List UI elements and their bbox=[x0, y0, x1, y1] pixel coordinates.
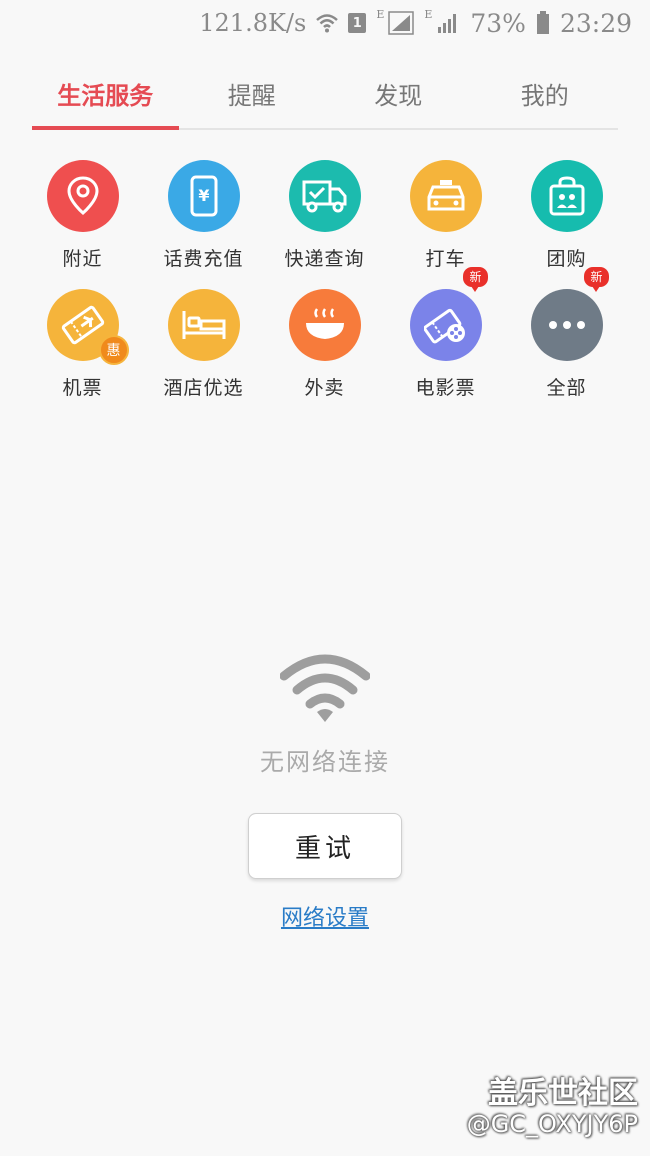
tab-bar: 生活服务 提醒 发现 我的 bbox=[32, 58, 618, 130]
service-phone-recharge[interactable]: ¥ 话费充值 bbox=[143, 160, 264, 271]
taxi-icon bbox=[409, 160, 482, 232]
service-takeout[interactable]: 外卖 bbox=[264, 289, 385, 400]
discount-badge: 惠 bbox=[98, 335, 129, 365]
service-hotel[interactable]: 酒店优选 bbox=[143, 289, 264, 400]
new-badge: 新 bbox=[463, 267, 488, 292]
new-badge: 新 bbox=[584, 267, 609, 292]
no-network-message: 无网络连接 bbox=[260, 748, 390, 776]
plane-ticket-icon: 惠 bbox=[46, 289, 129, 365]
phone-yuan-icon: ¥ bbox=[167, 160, 240, 232]
service-flight-ticket[interactable]: 惠 机票 bbox=[22, 289, 143, 400]
tab-mine[interactable]: 我的 bbox=[472, 58, 619, 128]
group-bag-icon bbox=[530, 160, 603, 232]
service-label: 酒店优选 bbox=[163, 377, 244, 399]
service-label: 外卖 bbox=[304, 377, 345, 399]
watermark-title: 盖乐世社区 bbox=[488, 1076, 638, 1111]
network-type-label: E bbox=[424, 8, 433, 21]
food-bowl-icon bbox=[288, 289, 361, 361]
service-label: 附近 bbox=[62, 248, 103, 270]
more-dots-icon: 新 bbox=[530, 267, 609, 361]
service-taxi[interactable]: 打车 bbox=[385, 160, 506, 271]
service-movie-ticket[interactable]: 新 电影票 bbox=[385, 267, 506, 400]
network-settings-link[interactable]: 网络设置 bbox=[0, 900, 650, 932]
network-type-label: E bbox=[376, 8, 385, 21]
wifi-status-icon bbox=[316, 13, 339, 33]
battery-percent: 73% bbox=[470, 8, 526, 38]
service-label: 快递查询 bbox=[284, 248, 365, 270]
clock: 23:29 bbox=[559, 8, 632, 38]
service-all[interactable]: 新 全部 bbox=[506, 267, 627, 400]
watermark-user: @GC_OXYJY6P bbox=[466, 1110, 638, 1138]
location-pin-icon bbox=[46, 160, 119, 232]
service-grid: 附近 ¥ 话费充值 快递查询 打车 团购 惠 机票 酒店优选 外卖 新 电影票 … bbox=[22, 160, 628, 400]
signal-icon bbox=[388, 11, 415, 35]
network-speed: 121.8K/s bbox=[199, 9, 307, 37]
battery-icon bbox=[536, 11, 550, 35]
tab-reminders[interactable]: 提醒 bbox=[179, 58, 326, 128]
signal-icon bbox=[436, 12, 460, 34]
service-label: 全部 bbox=[546, 377, 587, 399]
status-bar: 121.8K/s 1 E E 73% 23:29 bbox=[0, 0, 650, 46]
service-label: 机票 bbox=[62, 377, 103, 399]
service-nearby[interactable]: 附近 bbox=[22, 160, 143, 271]
tab-life-services[interactable]: 生活服务 bbox=[32, 58, 179, 130]
tab-discover[interactable]: 发现 bbox=[325, 58, 472, 128]
svg-text:¥: ¥ bbox=[198, 186, 209, 205]
service-label: 电影票 bbox=[415, 377, 476, 399]
service-label: 打车 bbox=[425, 248, 466, 270]
delivery-truck-icon bbox=[288, 160, 361, 232]
service-express-query[interactable]: 快递查询 bbox=[264, 160, 385, 271]
sim-badge: 1 bbox=[348, 13, 367, 33]
no-wifi-icon bbox=[279, 652, 371, 724]
movie-ticket-icon: 新 bbox=[409, 267, 488, 361]
service-label: 话费充值 bbox=[163, 248, 244, 270]
bed-icon bbox=[167, 289, 240, 361]
service-label: 团购 bbox=[546, 248, 587, 270]
retry-button[interactable]: 重试 bbox=[248, 813, 402, 879]
service-group-buy[interactable]: 团购 bbox=[506, 160, 627, 271]
